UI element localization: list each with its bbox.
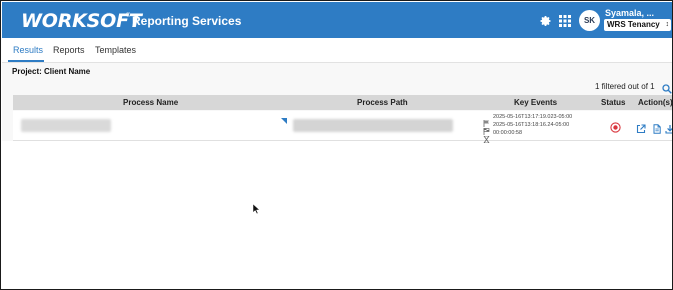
app-header: WORKSOFT ® Reporting Services SK Syamala… [2, 2, 672, 38]
column-marker-icon [281, 111, 287, 124]
tab-bar: Results Reports Templates [2, 38, 672, 63]
column-header-key-events[interactable]: Key Events [514, 98, 557, 107]
project-label: Project: Client Name [12, 67, 91, 76]
table-header: Process Name Process Path Key Events Sta… [13, 95, 672, 110]
column-header-status[interactable]: Status [601, 98, 625, 107]
active-tab-indicator [8, 60, 44, 62]
hourglass-icon [483, 130, 490, 144]
gear-icon[interactable] [540, 14, 552, 26]
column-header-process-name[interactable]: Process Name [123, 98, 178, 107]
filter-summary: 1 filtered out of 1 [595, 82, 655, 91]
end-flag-icon [483, 122, 490, 135]
app-window: WORKSOFT ® Reporting Services SK Syamala… [0, 0, 673, 290]
zoom-search-icon[interactable] [662, 81, 672, 94]
event-duration: 00:00:00:58 [493, 130, 523, 136]
download-icon[interactable] [665, 121, 672, 134]
apps-grid-icon[interactable] [559, 14, 571, 27]
worksoft-logo: WORKSOFT [21, 10, 142, 32]
tab-reports[interactable]: Reports [53, 45, 85, 55]
event-start-time: 2025-05-16T13:17:19.023-05:00 [493, 114, 573, 120]
avatar[interactable]: SK [579, 10, 600, 31]
tab-templates[interactable]: Templates [95, 45, 136, 55]
column-header-actions: Action(s) [638, 98, 673, 107]
tab-results[interactable]: Results [13, 45, 43, 55]
start-flag-icon [483, 114, 490, 127]
column-header-process-path[interactable]: Process Path [357, 98, 408, 107]
mouse-pointer-icon [252, 201, 261, 215]
process-name-redacted [21, 119, 111, 132]
chevron-updown-icon: ↕ [665, 21, 670, 28]
process-path-redacted [293, 119, 453, 132]
document-icon[interactable] [652, 121, 662, 134]
open-external-icon[interactable] [636, 121, 646, 134]
user-name[interactable]: Syamala, ... [605, 8, 654, 18]
event-end-time: 2025-05-16T13:18:16.24-05:00 [493, 122, 570, 128]
registered-mark: ® [126, 13, 131, 19]
tenancy-value: WRS Tenancy [607, 20, 660, 29]
app-title: Reporting Services [132, 14, 242, 28]
tenancy-select[interactable]: WRS Tenancy ↕ [604, 19, 671, 31]
table-row[interactable]: 2025-05-16T13:17:19.023-05:00 2025-05-16… [13, 111, 672, 144]
failed-icon [610, 120, 621, 133]
